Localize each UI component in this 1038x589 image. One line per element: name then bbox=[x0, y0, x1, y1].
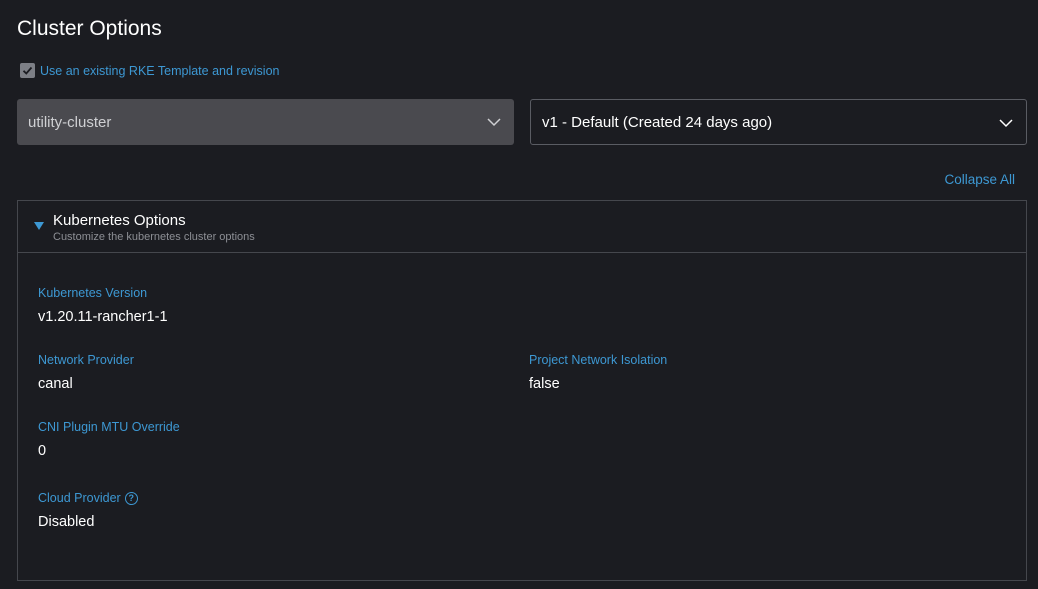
project-network-isolation-field: Project Network Isolation false bbox=[529, 353, 667, 392]
template-revision-select[interactable]: v1 - Default (Created 24 days ago) bbox=[530, 99, 1027, 145]
caret-down-icon[interactable] bbox=[34, 222, 44, 231]
project-network-isolation-label: Project Network Isolation bbox=[529, 353, 668, 367]
cloud-provider-field: Cloud Provider ? Disabled bbox=[38, 491, 138, 530]
network-provider-value: canal bbox=[38, 376, 73, 392]
cni-mtu-field: CNI Plugin MTU Override 0 bbox=[38, 420, 180, 459]
use-template-checkbox[interactable] bbox=[20, 63, 35, 78]
section-subtitle: Customize the kubernetes cluster options bbox=[53, 231, 255, 243]
use-template-label[interactable]: Use an existing RKE Template and revisio… bbox=[40, 64, 279, 78]
cloud-provider-label: Cloud Provider bbox=[38, 491, 121, 505]
network-provider-field: Network Provider canal bbox=[38, 353, 134, 392]
use-template-checkbox-row[interactable]: Use an existing RKE Template and revisio… bbox=[20, 63, 279, 78]
chevron-down-icon bbox=[999, 119, 1013, 128]
kubernetes-version-field: Kubernetes Version v1.20.11-rancher1-1 bbox=[38, 286, 168, 325]
help-circle-icon[interactable]: ? bbox=[124, 491, 138, 505]
template-revision-value: v1 - Default (Created 24 days ago) bbox=[542, 113, 773, 131]
section-title: Kubernetes Options bbox=[53, 212, 186, 229]
kubernetes-version-value: v1.20.11-rancher1-1 bbox=[38, 309, 168, 325]
rke-template-select[interactable]: utility-cluster bbox=[17, 99, 514, 145]
chevron-down-icon bbox=[487, 118, 501, 127]
cni-mtu-label: CNI Plugin MTU Override bbox=[38, 420, 180, 434]
cni-mtu-value: 0 bbox=[38, 443, 47, 459]
cloud-provider-label-row: Cloud Provider ? bbox=[38, 491, 138, 505]
cloud-provider-value: Disabled bbox=[38, 514, 95, 530]
project-network-isolation-value: false bbox=[529, 376, 560, 392]
checkmark-icon bbox=[22, 66, 33, 75]
network-provider-label: Network Provider bbox=[38, 353, 134, 367]
kubernetes-options-header[interactable]: Kubernetes Options Customize the kuberne… bbox=[18, 201, 1026, 253]
page-title: Cluster Options bbox=[17, 17, 162, 40]
collapse-all-link[interactable]: Collapse All bbox=[944, 172, 1015, 187]
kubernetes-version-label: Kubernetes Version bbox=[38, 286, 148, 300]
kubernetes-options-panel: Kubernetes Options Customize the kuberne… bbox=[17, 200, 1027, 581]
rke-template-value: utility-cluster bbox=[28, 113, 112, 131]
